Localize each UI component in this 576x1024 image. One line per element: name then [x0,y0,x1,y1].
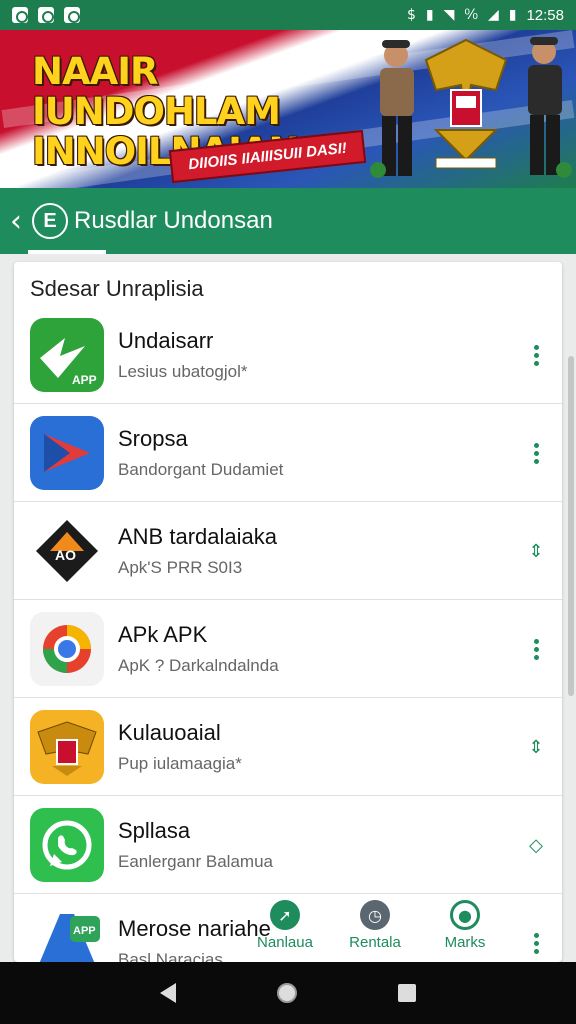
battery-icon: ▮ [508,7,517,23]
app-subtitle: ApK ? Darkalndalnda [118,656,279,675]
clock-time: 12:58 [526,6,564,24]
phone-chat-icon [30,808,104,882]
page-title: Rusdlar Undonsan [74,207,273,234]
signal-icon: ◢ [487,7,499,23]
app-name: Sropsa [118,426,188,451]
app-subtitle: Pup iulamaagia* [118,754,242,773]
wifi-icon: ◥ [443,7,455,23]
person-icon: ● [450,900,480,930]
list-item[interactable]: APP Undaisarr Lesius ubatogjol* [14,306,562,404]
notification-icon [38,7,54,23]
list-item[interactable]: Sropsa Bandorgant Dudamiet [14,404,562,502]
nav-recents-icon[interactable] [397,984,416,1002]
star-badge-icon: APP [30,318,104,392]
app-bar: ‹ E Rusdlar Undonsan [0,188,576,254]
app-logo-icon: E [32,203,68,239]
garuda-illustration-icon [370,37,572,178]
play-triangle-icon [30,416,104,490]
app-list-card: Sdesar Unraplisia APP Undaisarr Lesius u… [14,262,562,962]
apk-store-icon: APP [30,906,104,962]
more-options-icon[interactable] [522,438,550,468]
scrollbar[interactable] [568,356,574,696]
install-icon[interactable]: ⇕ [522,732,550,762]
section-title: Sdesar Unraplisia [30,276,204,301]
list-item[interactable]: AO ANB tardalaiaka Apk'S PRR S0I3 ⇕ [14,502,562,600]
more-options-icon[interactable] [522,634,550,664]
tab-label: Rentala [349,934,401,951]
vibrate-icon: ▮ [425,7,434,23]
app-name: Kulauoaial [118,720,221,745]
browser-logo-icon [30,612,104,686]
promo-banner[interactable]: NAAIR IUNDOHLAM INNOILNAJAN DIIOIIS IIAI… [0,30,576,188]
more-options-icon[interactable] [522,340,550,370]
app-subtitle: Basl Naracias [118,950,223,962]
tab-recent[interactable]: ◷ Rentala [330,900,420,962]
tab-indicator [28,250,106,254]
shield-logo-icon: AO [30,514,104,588]
list-item[interactable]: Kulauoaial Pup iulamaagia* ⇕ [14,698,562,796]
banner-title-line1: NAAIR IUNDOHLAM [32,50,281,133]
app-subtitle: Bandorgant Dudamiet [118,460,284,479]
install-icon[interactable]: ◇ [522,830,550,860]
app-name: APk APK [118,622,208,647]
notification-icon [12,7,28,23]
app-name: ANB tardalaiaka [118,524,277,549]
svg-text:APP: APP [72,373,97,387]
nav-home-icon[interactable] [276,983,297,1003]
app-name: Spllasa [118,818,191,843]
install-icon[interactable]: ⇕ [522,536,550,566]
bluetooth-icon: $ [406,7,416,23]
nav-back-icon[interactable] [160,983,177,1003]
clock-icon: ◷ [360,900,390,930]
list-item[interactable]: Spllasa Eanlerganr Balamua ◇ [14,796,562,894]
more-options-icon[interactable] [522,928,550,958]
bottom-tab-bar: ➚ Nanlaua ◷ Rentala ● Marks [240,900,510,962]
svg-text:AO: AO [55,547,76,563]
app-subtitle: Apk'S PRR S0I3 [118,558,243,577]
app-name: Undaisarr [118,328,214,353]
app-subtitle: Eanlerganr Balamua [118,852,273,871]
app-subtitle: Lesius ubatogjol* [118,362,248,381]
list-item[interactable]: APk APK ApK ? Darkalndalnda [14,600,562,698]
system-nav-bar [0,962,576,1024]
notification-icon [64,7,80,23]
svg-text:APP: APP [73,925,96,937]
explore-icon: ➚ [270,900,300,930]
garuda-icon [30,710,104,784]
data-icon: ⁰⁄₀ [464,7,478,23]
status-bar: $ ▮ ◥ ⁰⁄₀ ◢ ▮ 12:58 [0,0,576,30]
tab-marks[interactable]: ● Marks [420,900,510,962]
tab-label: Nanlaua [257,934,313,951]
tab-explore[interactable]: ➚ Nanlaua [240,900,330,962]
tab-label: Marks [444,934,486,951]
back-arrow-icon[interactable]: ‹ [10,204,32,239]
